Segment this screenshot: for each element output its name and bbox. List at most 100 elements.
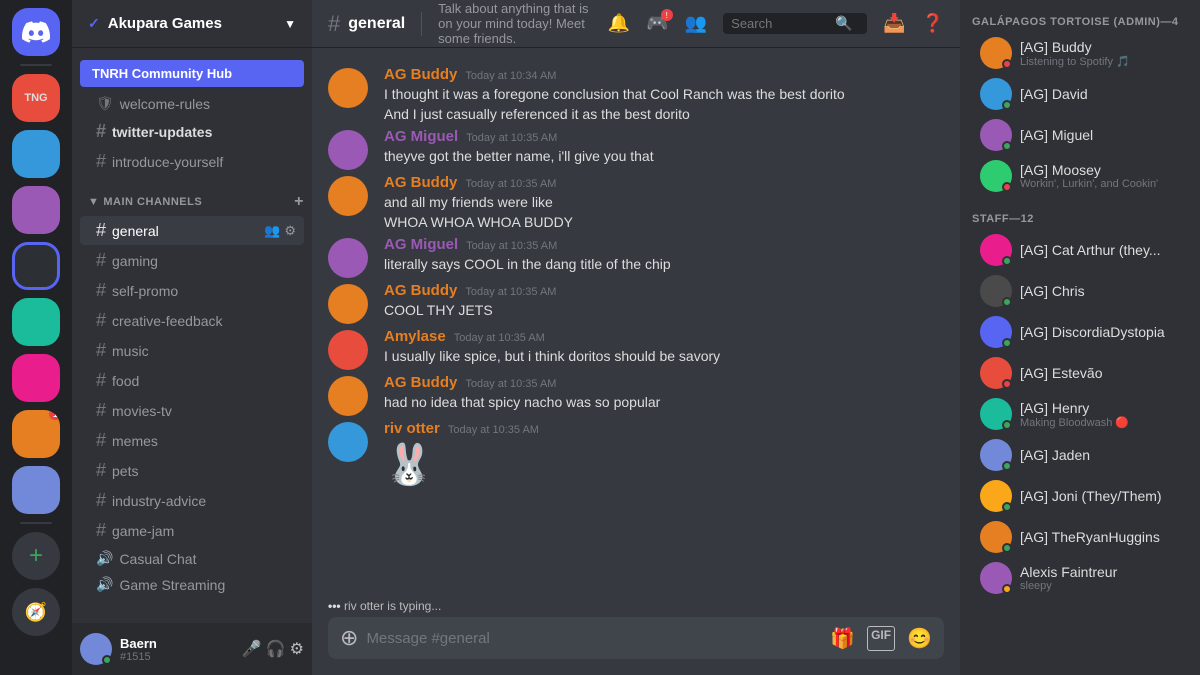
main-channels-section[interactable]: ▼ MAIN CHANNELS +	[72, 177, 312, 215]
message-author[interactable]: AG Buddy	[384, 282, 457, 299]
message-emoji: 🐰	[384, 441, 944, 488]
channel-item-food[interactable]: # food	[80, 366, 304, 395]
channel-item-casual-chat[interactable]: 🔊 Casual Chat	[80, 546, 304, 571]
shield-icon: 🛡	[96, 95, 114, 112]
help-icon[interactable]: ❓	[922, 13, 944, 34]
server-icon-discord[interactable]	[12, 8, 60, 56]
channel-item-pets[interactable]: # pets	[80, 456, 304, 485]
message-timestamp: Today at 10:35 AM	[454, 332, 545, 344]
channel-item-movies-tv[interactable]: # movies-tv	[80, 396, 304, 425]
member-item[interactable]: [AG] BuddyListening to Spotify 🎵	[968, 33, 1192, 73]
add-server-button[interactable]: +	[12, 532, 60, 580]
status-dot	[1002, 543, 1012, 553]
server-icon-s3[interactable]	[12, 186, 60, 234]
server-icon-ag[interactable]	[12, 242, 60, 290]
member-item[interactable]: Alexis Faintreursleepy	[968, 558, 1192, 598]
hash-icon: #	[96, 121, 106, 142]
member-name: [AG] Miguel	[1020, 127, 1184, 143]
message-author[interactable]: Amylase	[384, 328, 446, 345]
gif-button[interactable]: GIF	[867, 626, 895, 651]
hash-icon-music: #	[96, 340, 106, 361]
discover-button[interactable]: 🧭	[12, 588, 60, 636]
hash-icon-industry-advice: #	[96, 490, 106, 511]
section-chevron: ▼	[88, 196, 99, 208]
channel-item-self-promo[interactable]: # self-promo	[80, 276, 304, 305]
message-content: AG MiguelToday at 10:35 AMtheyve got the…	[384, 128, 944, 170]
gift-icon[interactable]: 🎁	[830, 626, 855, 651]
add-channel-button[interactable]: +	[294, 193, 304, 211]
channel-item-welcome-rules[interactable]: 🛡 welcome-rules	[80, 91, 304, 116]
channel-item-memes[interactable]: # memes	[80, 426, 304, 455]
avatar	[328, 176, 368, 216]
member-item[interactable]: [AG] Cat Arthur (they...	[968, 230, 1192, 270]
member-avatar	[980, 316, 1012, 348]
member-item[interactable]: [AG] Chris	[968, 271, 1192, 311]
user-controls: 🎤 🎧 ⚙	[242, 639, 304, 659]
inbox-icon[interactable]: 📥	[883, 13, 905, 34]
member-item[interactable]: [AG] MooseyWorkin', Lurkin', and Cookin'	[968, 156, 1192, 196]
status-dot	[1002, 420, 1012, 430]
attach-button[interactable]: ⊕	[340, 625, 358, 651]
channel-item-music[interactable]: # music	[80, 336, 304, 365]
message-input[interactable]	[366, 630, 822, 647]
typing-text: riv otter is typing...	[344, 599, 441, 613]
message-author[interactable]: AG Buddy	[384, 374, 457, 391]
member-name: [AG] Jaden	[1020, 447, 1184, 463]
channel-item-introduce-yourself[interactable]: # introduce-yourself	[80, 147, 304, 176]
nitro-icon[interactable]: 🎮 !	[646, 13, 668, 34]
user-settings-button[interactable]: ⚙	[290, 639, 304, 659]
member-item[interactable]: [AG] Joni (They/Them)	[968, 476, 1192, 516]
member-item[interactable]: [AG] HenryMaking Bloodwash 🔴	[968, 394, 1192, 434]
member-item[interactable]: [AG] TheRyanHuggins	[968, 517, 1192, 557]
channel-item-twitter-updates[interactable]: # twitter-updates	[80, 117, 304, 146]
hub-label[interactable]: TNRH Community Hub	[80, 60, 304, 87]
user-area: Baern #1515 🎤 🎧 ⚙	[72, 623, 312, 675]
channel-item-industry-advice[interactable]: # industry-advice	[80, 486, 304, 515]
bell-icon[interactable]: 🔔	[608, 13, 630, 34]
gear-icon[interactable]: ⚙	[284, 223, 296, 239]
channel-name-pets: pets	[112, 463, 138, 479]
status-dot	[1002, 584, 1012, 594]
message-author[interactable]: AG Buddy	[384, 66, 457, 83]
channel-item-game-jam[interactable]: # game-jam	[80, 516, 304, 545]
message-author[interactable]: AG Buddy	[384, 174, 457, 191]
member-item[interactable]: [AG] Miguel	[968, 115, 1192, 155]
message-author[interactable]: AG Miguel	[384, 128, 458, 145]
channel-name-game-streaming: Game Streaming	[119, 577, 225, 593]
search-input[interactable]	[731, 16, 831, 31]
hash-icon-food: #	[96, 370, 106, 391]
notification-badge: 1	[49, 410, 60, 420]
server-separator-2	[20, 522, 52, 524]
emoji-button[interactable]: 😊	[907, 626, 932, 651]
avatar	[328, 376, 368, 416]
message-timestamp: Today at 10:35 AM	[465, 378, 556, 390]
server-icon-tng[interactable]: TNG	[12, 74, 60, 122]
speaker-icon-streaming: 🔊	[96, 576, 113, 593]
current-user-info: Baern #1515	[120, 636, 234, 663]
mute-button[interactable]: 🎤	[242, 639, 262, 659]
channel-item-creative-feedback[interactable]: # creative-feedback	[80, 306, 304, 335]
member-info: Alexis Faintreursleepy	[1020, 564, 1184, 592]
deafen-button[interactable]: 🎧	[266, 639, 286, 659]
channel-item-gaming[interactable]: # gaming	[80, 246, 304, 275]
server-icon-s2[interactable]	[12, 130, 60, 178]
member-item[interactable]: [AG] DiscordiaDystopia	[968, 312, 1192, 352]
channel-item-game-streaming[interactable]: 🔊 Game Streaming	[80, 572, 304, 597]
member-avatar	[980, 398, 1012, 430]
channel-topic: Talk about anything that is on your mind…	[438, 1, 600, 46]
member-info: [AG] MooseyWorkin', Lurkin', and Cookin'	[1020, 162, 1184, 190]
message-author[interactable]: AG Miguel	[384, 236, 458, 253]
members-icon[interactable]: 👥	[685, 13, 707, 34]
channel-item-general[interactable]: # general 👥 ⚙	[80, 216, 304, 245]
server-icon-s7[interactable]	[12, 466, 60, 514]
server-icon-s6[interactable]: 1	[12, 410, 60, 458]
member-item[interactable]: [AG] Jaden	[968, 435, 1192, 475]
member-item[interactable]: [AG] Estevão	[968, 353, 1192, 393]
server-header[interactable]: ✓ Akupara Games ▼	[72, 0, 312, 48]
server-icon-s5[interactable]	[12, 354, 60, 402]
message-author[interactable]: riv otter	[384, 420, 440, 437]
server-icon-indie[interactable]	[12, 298, 60, 346]
message-item: AG BuddyToday at 10:34 AMI thought it wa…	[312, 64, 960, 126]
member-item[interactable]: [AG] David	[968, 74, 1192, 114]
member-info: [AG] Jaden	[1020, 447, 1184, 463]
